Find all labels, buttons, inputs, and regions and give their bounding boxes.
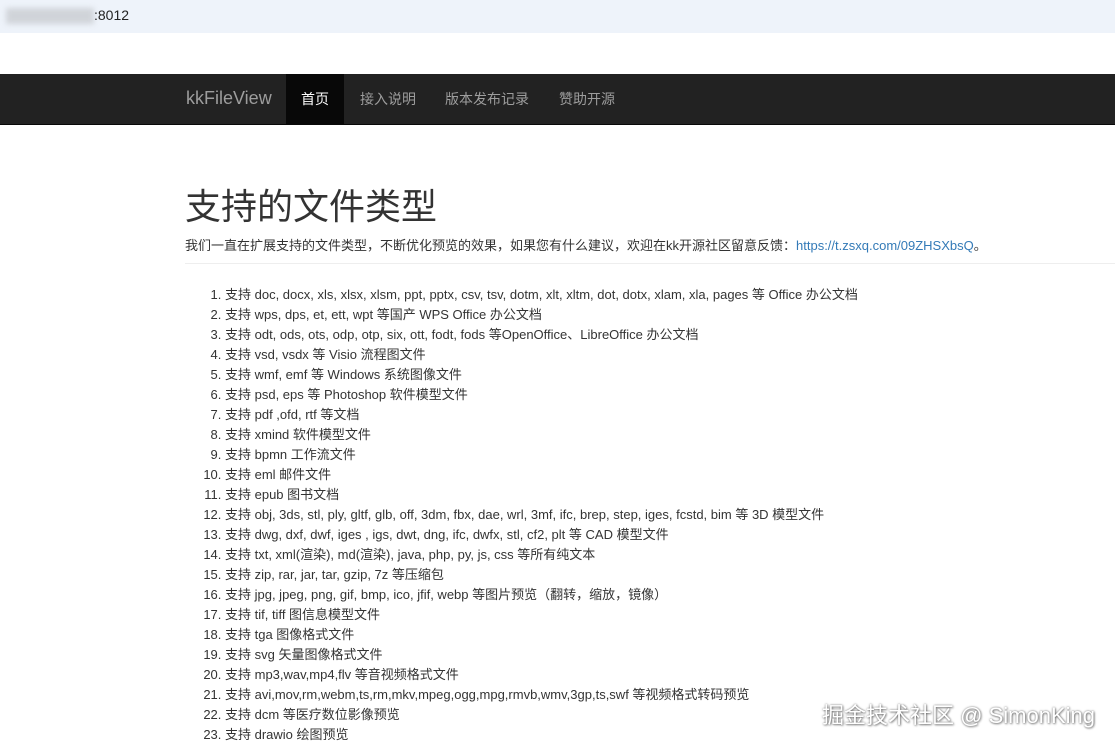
list-item: 支持 jpg, jpeg, png, gif, bmp, ico, jfif, …	[225, 585, 858, 605]
list-item: 支持 txt, xml(渲染), md(渲染), java, php, py, …	[225, 545, 858, 565]
header-divider	[185, 263, 1115, 264]
list-item: 支持 obj, 3ds, stl, ply, gltf, glb, off, 3…	[225, 505, 858, 525]
nav-item-integration[interactable]: 接入说明	[345, 74, 431, 124]
blurred-host	[6, 8, 94, 24]
list-item: 支持 vsd, vsdx 等 Visio 流程图文件	[225, 345, 858, 365]
list-item: 支持 bpmn 工作流文件	[225, 445, 858, 465]
nav-item-release-notes[interactable]: 版本发布记录	[430, 74, 544, 124]
list-item: 支持 psd, eps 等 Photoshop 软件模型文件	[225, 385, 858, 405]
list-item: 支持 tif, tiff 图信息模型文件	[225, 605, 858, 625]
list-item: 支持 eml 邮件文件	[225, 465, 858, 485]
intro-paragraph: 我们一直在扩展支持的文件类型，不断优化预览的效果，如果您有什么建议，欢迎在kk开…	[185, 235, 987, 254]
list-item: 支持 pdf ,ofd, rtf 等文档	[225, 405, 858, 425]
list-item: 支持 svg 矢量图像格式文件	[225, 645, 858, 665]
file-type-list: 支持 doc, docx, xls, xlsx, xlsm, ppt, pptx…	[185, 285, 858, 745]
intro-text: 我们一直在扩展支持的文件类型，不断优化预览的效果，如果您有什么建议，欢迎在kk开…	[185, 238, 797, 253]
nav-item-label: 接入说明	[360, 91, 416, 107]
nav-item-label: 赞助开源	[559, 91, 615, 107]
nav-item-home[interactable]: 首页	[286, 74, 344, 124]
list-item: 支持 mp3,wav,mp4,flv 等音视频格式文件	[225, 665, 858, 685]
top-navbar: kkFileView 首页 接入说明 版本发布记录 赞助开源	[0, 74, 1115, 125]
page-title: 支持的文件类型	[185, 186, 438, 227]
nav-item-sponsor[interactable]: 赞助开源	[544, 74, 630, 124]
list-item: 支持 wmf, emf 等 Windows 系统图像文件	[225, 365, 858, 385]
list-item: 支持 drawio 绘图预览	[225, 725, 858, 745]
list-item: 支持 dwg, dxf, dwf, iges , igs, dwt, dng, …	[225, 525, 858, 545]
list-item: 支持 tga 图像格式文件	[225, 625, 858, 645]
list-item: 支持 avi,mov,rm,webm,ts,rm,mkv,mpeg,ogg,mp…	[225, 685, 858, 705]
intro-suffix: 。	[973, 238, 987, 253]
brand-link[interactable]: kkFileView	[186, 88, 272, 109]
list-item: 支持 dcm 等医疗数位影像预览	[225, 705, 858, 725]
address-port-text: :8012	[94, 7, 130, 23]
address-bar[interactable]: :8012	[0, 0, 1115, 33]
community-link[interactable]: https://t.zsxq.com/09ZHSXbsQ	[796, 238, 974, 253]
list-item: 支持 doc, docx, xls, xlsx, xlsm, ppt, pptx…	[225, 285, 858, 305]
list-item: 支持 xmind 软件模型文件	[225, 425, 858, 445]
nav-item-label: 版本发布记录	[445, 91, 529, 107]
nav-item-label: 首页	[301, 91, 329, 107]
watermark: 掘金技术社区 @ SimonKing	[822, 703, 1095, 728]
list-item: 支持 wps, dps, et, ett, wpt 等国产 WPS Office…	[225, 305, 858, 325]
list-item: 支持 epub 图书文档	[225, 485, 858, 505]
list-item: 支持 odt, ods, ots, odp, otp, six, ott, fo…	[225, 325, 858, 345]
list-item: 支持 zip, rar, jar, tar, gzip, 7z 等压缩包	[225, 565, 858, 585]
